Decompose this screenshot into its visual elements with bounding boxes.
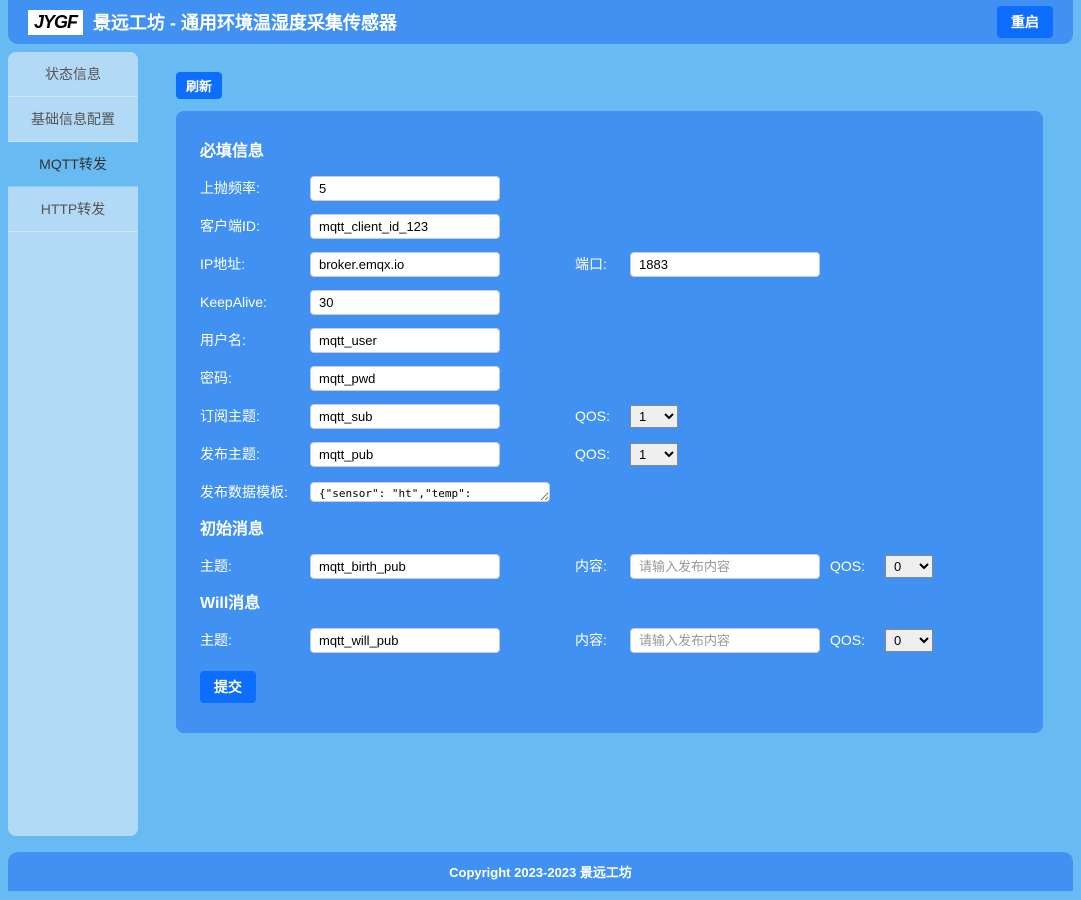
label-will-content: 内容: xyxy=(575,630,620,650)
label-pub-topic: 发布主题: xyxy=(200,444,300,464)
sidebar-item-status[interactable]: 状态信息 xyxy=(8,52,138,97)
sub-qos-select[interactable]: 012 xyxy=(630,405,678,428)
section-will: Will消息 xyxy=(200,589,1019,613)
section-required: 必填信息 xyxy=(200,137,1019,161)
label-birth-topic: 主题: xyxy=(200,556,300,576)
label-ip: IP地址: xyxy=(200,254,300,274)
user-input[interactable] xyxy=(310,328,500,353)
label-pass: 密码: xyxy=(200,368,300,388)
label-template: 发布数据模板: xyxy=(200,482,300,502)
pub-topic-input[interactable] xyxy=(310,442,500,467)
will-topic-input[interactable] xyxy=(310,628,500,653)
logo: JYGF xyxy=(28,10,83,35)
label-birth-content: 内容: xyxy=(575,556,620,576)
sidebar-item-http[interactable]: HTTP转发 xyxy=(8,187,138,232)
pass-input[interactable] xyxy=(310,366,500,391)
ip-input[interactable] xyxy=(310,252,500,277)
sidebar-item-basic[interactable]: 基础信息配置 xyxy=(8,97,138,142)
label-sub-topic: 订阅主题: xyxy=(200,406,300,426)
birth-topic-input[interactable] xyxy=(310,554,500,579)
submit-button[interactable]: 提交 xyxy=(200,671,256,703)
label-birth-qos: QOS: xyxy=(830,558,875,574)
header: JYGF 景远工坊 - 通用环境温湿度采集传感器 重启 xyxy=(8,0,1073,44)
will-qos-select[interactable]: 012 xyxy=(885,629,933,652)
label-client-id: 客户端ID: xyxy=(200,216,300,236)
label-sub-qos: QOS: xyxy=(575,408,620,424)
footer: Copyright 2023-2023 景远工坊 xyxy=(8,852,1073,891)
sub-topic-input[interactable] xyxy=(310,404,500,429)
content: 刷新 必填信息 上抛频率: 客户端ID: IP地址: 端口: xyxy=(146,52,1073,836)
label-upload-freq: 上抛频率: xyxy=(200,178,300,198)
section-init: 初始消息 xyxy=(200,515,1019,539)
sidebar: 状态信息 基础信息配置 MQTT转发 HTTP转发 xyxy=(8,52,138,836)
pub-qos-select[interactable]: 012 xyxy=(630,443,678,466)
label-port: 端口: xyxy=(575,254,620,274)
label-pub-qos: QOS: xyxy=(575,446,620,462)
reboot-button[interactable]: 重启 xyxy=(997,6,1053,38)
client-id-input[interactable] xyxy=(310,214,500,239)
birth-content-input[interactable] xyxy=(630,554,820,579)
template-input[interactable] xyxy=(310,482,550,502)
birth-qos-select[interactable]: 012 xyxy=(885,555,933,578)
label-keepalive: KeepAlive: xyxy=(200,294,300,310)
label-will-topic: 主题: xyxy=(200,630,300,650)
upload-freq-input[interactable] xyxy=(310,176,500,201)
sidebar-item-mqtt[interactable]: MQTT转发 xyxy=(8,142,138,187)
port-input[interactable] xyxy=(630,252,820,277)
label-user: 用户名: xyxy=(200,330,300,350)
refresh-button[interactable]: 刷新 xyxy=(176,72,222,99)
page-title: 景远工坊 - 通用环境温湿度采集传感器 xyxy=(93,9,397,35)
label-will-qos: QOS: xyxy=(830,632,875,648)
will-content-input[interactable] xyxy=(630,628,820,653)
keepalive-input[interactable] xyxy=(310,290,500,315)
